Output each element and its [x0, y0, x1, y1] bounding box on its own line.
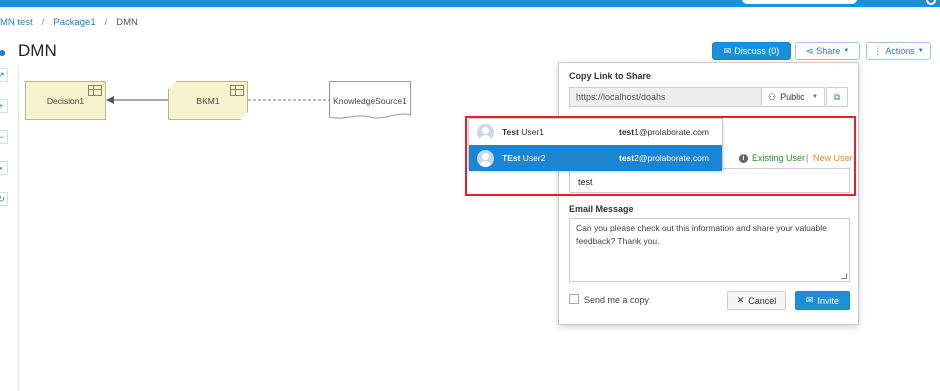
decision-node[interactable]: Decision1: [25, 81, 106, 120]
copy-link-label: Copy Link to Share: [569, 71, 652, 81]
send-copy-label: Send me a copy: [584, 295, 650, 305]
users-icon: ⚇: [768, 91, 777, 102]
share-link-field[interactable]: https://localhost/doahs: [569, 87, 762, 107]
copy-icon: ⧉: [833, 91, 841, 102]
actions-label: Actions: [885, 46, 915, 56]
close-icon: ✕: [736, 295, 745, 305]
resize-handle[interactable]: [841, 273, 847, 279]
decision-label: Decision1: [46, 95, 85, 106]
refresh-icon[interactable]: ↻: [0, 192, 8, 206]
user-avatar-icon[interactable]: [926, 0, 936, 5]
chevron-down-icon: ▼: [812, 94, 818, 100]
comments-icon: ✉: [723, 45, 732, 56]
actions-button[interactable]: ⋮ Actions ▼: [866, 42, 931, 60]
share-button[interactable]: ⊲ Share ▼: [795, 42, 860, 60]
discuss-label: Discuss (0): [734, 46, 780, 56]
table-icon: [88, 85, 102, 96]
ellipsis-icon: ⋮: [873, 45, 883, 56]
email-message-text: Can you please check out this informatio…: [576, 223, 827, 246]
send-copy-checkbox[interactable]: [569, 294, 579, 304]
cancel-button[interactable]: ✕ Cancel: [727, 291, 786, 310]
share-label: Share: [816, 46, 841, 56]
email-message-label: Email Message: [569, 204, 634, 214]
chevron-down-icon: ▼: [917, 48, 924, 54]
table-icon: [230, 85, 244, 96]
share-icon: ⊲: [805, 45, 814, 56]
search-box[interactable]: [742, 0, 857, 4]
permission-select[interactable]: ⚇ Public ▼: [761, 87, 825, 107]
bkm-node[interactable]: BKM1: [168, 81, 248, 120]
annotation-highlight-box: [465, 116, 856, 196]
copy-link-button[interactable]: ⧉: [826, 87, 848, 107]
invite-button[interactable]: ✉ Invite: [795, 291, 850, 310]
chevron-down-icon: ▼: [843, 48, 850, 54]
permission-value: Public: [780, 92, 805, 102]
bkm-label: BKM1: [196, 95, 220, 106]
knowledge-source-node[interactable]: KnowledgeSource1: [329, 81, 411, 121]
cancel-label: Cancel: [748, 295, 777, 306]
knowledge-source-label: KnowledgeSource1: [333, 96, 407, 106]
envelope-icon: ✉: [805, 295, 814, 305]
discuss-button[interactable]: ✉ Discuss (0): [712, 42, 791, 60]
layout-icon[interactable]: ⋆: [0, 161, 8, 175]
arrowhead: [106, 96, 114, 104]
invite-label: Invite: [817, 295, 840, 306]
email-message-textarea[interactable]: Can you please check out this informatio…: [569, 218, 850, 282]
